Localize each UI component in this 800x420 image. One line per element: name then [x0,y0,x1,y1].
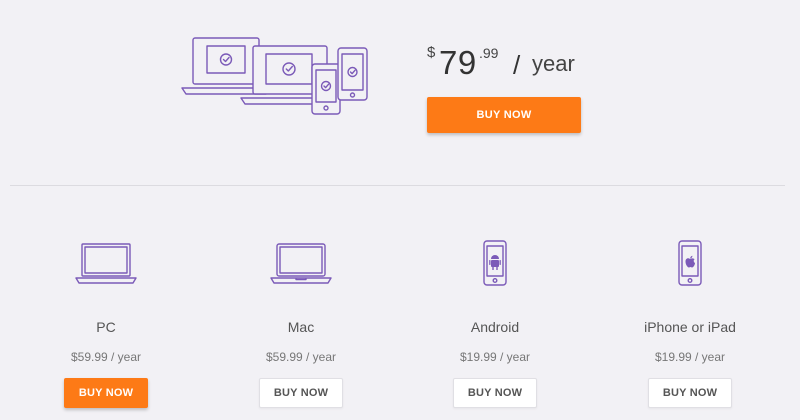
plan-name: Mac [287,319,315,335]
plan-price: $19.99 / year [654,350,726,364]
price-currency: $ [427,44,436,61]
plan-price: $59.99 / year [265,350,337,364]
plan-name: PC [96,319,116,335]
price-period: year [532,51,575,76]
android-phone-icon [483,240,507,286]
plan-android: Android $19.99 / year BUY NOW [415,238,575,408]
price-cents: .99 [479,45,499,61]
iphone-icon [678,240,702,286]
plan-pc: PC $59.99 / year BUY NOW [26,238,186,408]
laptop-icon [270,243,332,284]
buy-now-iphone-ipad-button[interactable]: BUY NOW [648,378,732,408]
buy-now-pc-button[interactable]: BUY NOW [64,378,148,408]
multi-device-icon [181,37,368,115]
price-slash: / [513,50,521,80]
plan-name: iPhone or iPad [644,319,736,335]
plan-mac: Mac $59.99 / year BUY NOW [221,238,381,408]
laptop-icon [75,243,137,284]
buy-now-mac-button[interactable]: BUY NOW [259,378,343,408]
price-dollars: 79 [439,44,477,81]
plan-name: Android [470,319,520,335]
plan-price: $59.99 / year [70,350,142,364]
buy-now-android-button[interactable]: BUY NOW [453,378,537,408]
section-divider [10,185,785,186]
plan-price: $19.99 / year [459,350,531,364]
buy-now-all-devices-button[interactable]: BUY NOW [427,97,581,133]
plan-iphone-ipad: iPhone or iPad $19.99 / year BUY NOW [610,238,770,408]
